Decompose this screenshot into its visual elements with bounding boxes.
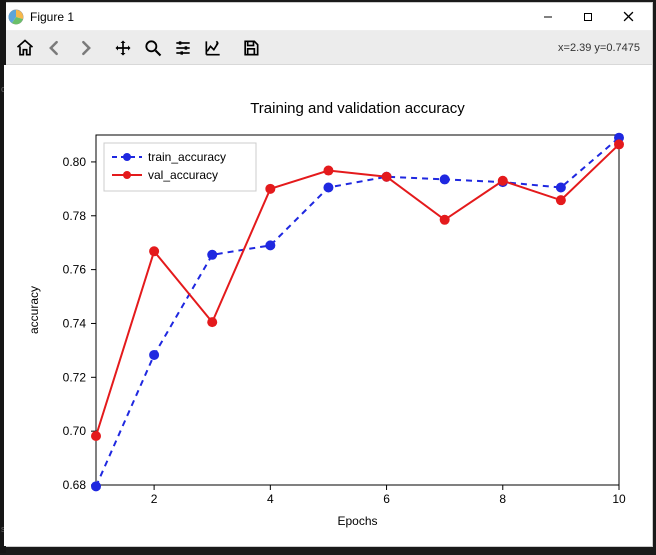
window-titlebar: Figure 1 (4, 3, 652, 31)
matplotlib-app-icon (8, 9, 24, 25)
svg-text:val_accuracy: val_accuracy (148, 168, 218, 182)
save-button[interactable] (236, 34, 266, 62)
svg-text:8: 8 (499, 492, 506, 506)
svg-text:0.72: 0.72 (63, 370, 87, 384)
svg-text:Epochs: Epochs (337, 514, 377, 528)
home-button[interactable] (10, 34, 40, 62)
svg-text:2: 2 (151, 492, 158, 506)
window-close-button[interactable] (608, 4, 648, 30)
cursor-coord-readout: x=2.39 y=0.7475 (558, 42, 646, 54)
svg-text:0.70: 0.70 (63, 424, 87, 438)
svg-text:train_accuracy: train_accuracy (148, 150, 226, 164)
svg-text:10: 10 (612, 492, 626, 506)
configure-subplots-button[interactable] (168, 34, 198, 62)
pan-button[interactable] (108, 34, 138, 62)
svg-text:0.76: 0.76 (63, 263, 87, 277)
forward-button[interactable] (70, 34, 100, 62)
back-button[interactable] (40, 34, 70, 62)
svg-text:0.78: 0.78 (63, 209, 87, 223)
window-minimize-button[interactable] (528, 4, 568, 30)
svg-text:4: 4 (267, 492, 274, 506)
svg-text:Training and validation accura: Training and validation accuracy (250, 100, 465, 117)
svg-text:6: 6 (383, 492, 390, 506)
edit-axis-button[interactable] (198, 34, 228, 62)
matplotlib-toolbar: x=2.39 y=0.7475 (4, 31, 652, 65)
zoom-button[interactable] (138, 34, 168, 62)
figure-window: Figure 1 x=2.39 y= (3, 2, 653, 547)
window-maximize-button[interactable] (568, 4, 608, 30)
svg-text:accuracy: accuracy (27, 286, 41, 334)
window-title: Figure 1 (30, 10, 74, 24)
svg-text:0.68: 0.68 (63, 478, 87, 492)
svg-text:0.80: 0.80 (63, 155, 87, 169)
plot-canvas[interactable]: 2 4 6 8 10 0.68 0.70 0.72 0.74 0.76 0.78 0.80 Epochs… (4, 65, 652, 546)
svg-text:0.74: 0.74 (63, 316, 87, 330)
